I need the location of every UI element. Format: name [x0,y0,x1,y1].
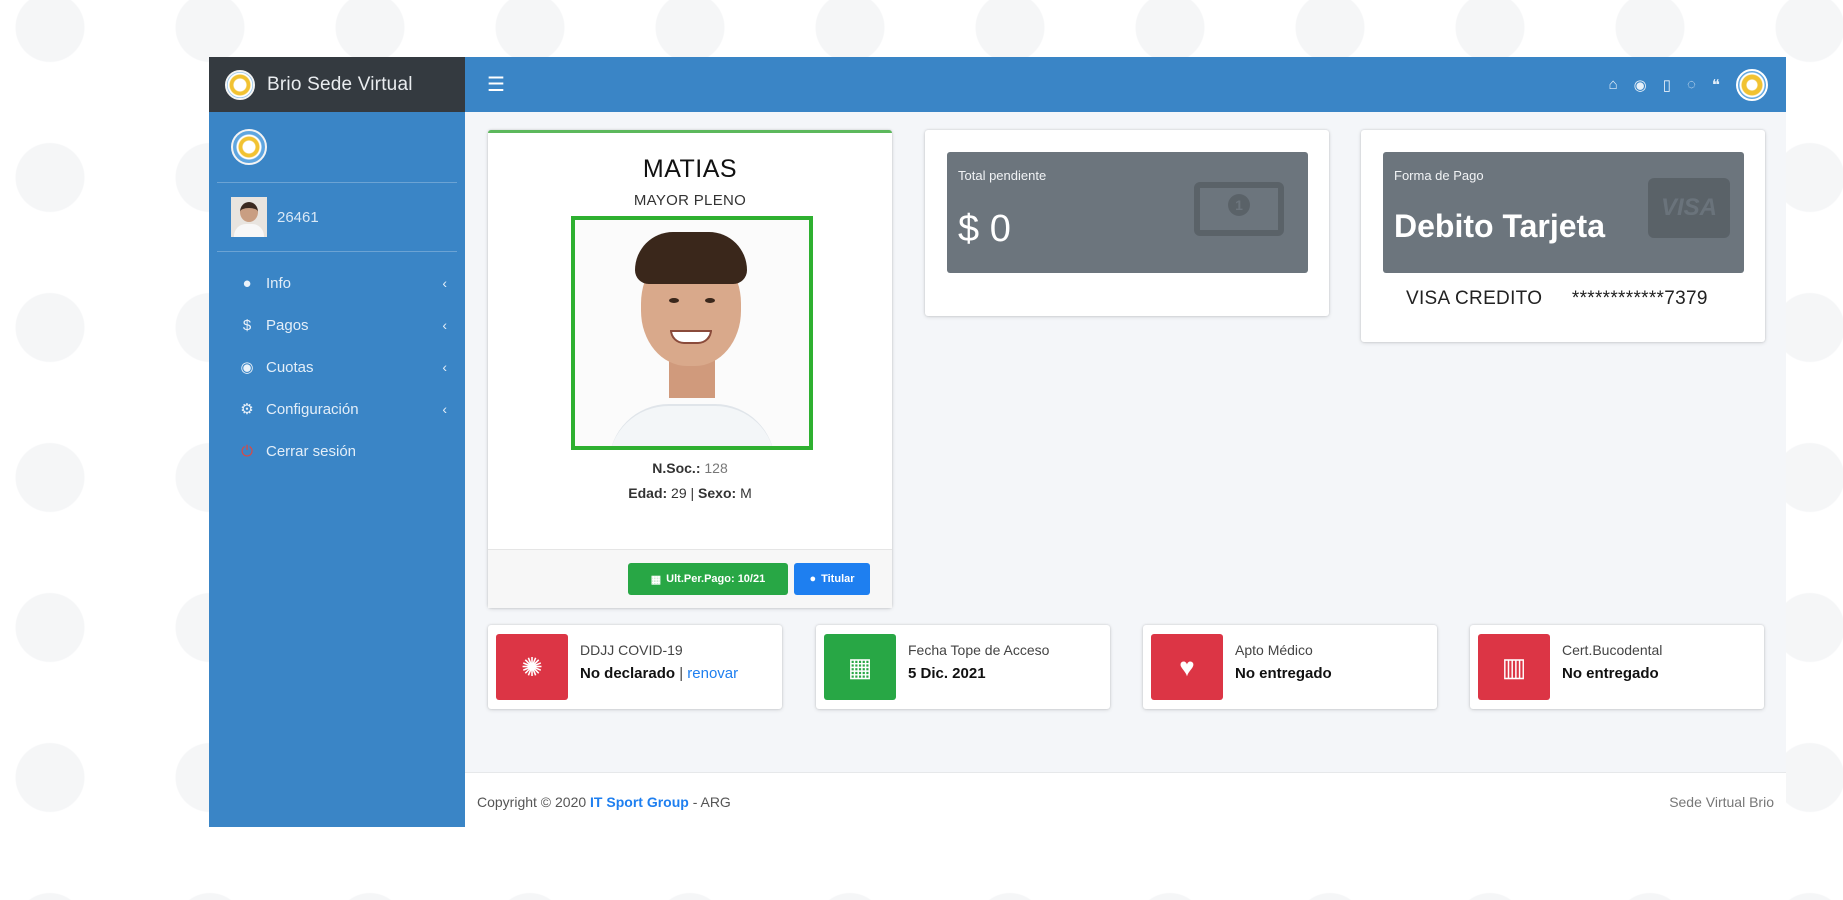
virus-icon: ✺ [496,634,568,700]
edad-value: 29 [671,485,687,501]
sidebar-item-pagos[interactable]: $ Pagos ‹ [209,304,465,346]
dental-certificate-box: ▥ Cert.Bucodental No entregado [1470,625,1764,709]
sidebar: Brio Sede Virtual 26461 ● Info ‹ $ Pagos… [209,57,465,827]
nsoc-label: N.Soc.: [652,460,701,476]
info-box-label: Apto Médico [1235,642,1313,658]
sidebar-item-configuracion[interactable]: ⚙ Configuración ‹ [209,388,465,430]
covid-status: No declarado [580,665,676,682]
chevron-left-icon: ‹ [442,275,447,291]
cogs-icon: ⚙ [240,401,254,418]
content-area: MATIAS MAYOR PLENO N.Soc.: 128 Edad: 29 … [465,112,1786,827]
app-window: Brio Sede Virtual 26461 ● Info ‹ $ Pagos… [209,57,1786,828]
company-link[interactable]: IT Sport Group [590,794,689,810]
holder-label: Titular [821,573,855,585]
sidebar-item-label: Configuración [266,400,359,418]
file-icon[interactable]: ▯ [1663,76,1671,94]
home-icon[interactable]: ⌂ [1609,76,1618,93]
footer-right-text: Sede Virtual Brio [1669,794,1774,810]
info-box-label: DDJJ COVID-19 [580,642,683,658]
top-navbar: ☰ ⌂ ◉ ▯ ◌ ❝ [465,57,1786,112]
whatsapp-icon[interactable]: ◌ [1687,76,1696,93]
member-age-sex: Edad: 29 | Sexo: M [628,485,752,501]
dollar-icon: $ [242,316,252,334]
renew-link[interactable]: renovar [687,665,738,682]
access-deadline-box: ▦ Fecha Tope de Acceso 5 Dic. 2021 [816,625,1110,709]
medical-certificate-box: ♥ Apto Médico No entregado [1143,625,1437,709]
visa-card-icon: VISA [1648,178,1730,238]
info-box-value: No declarado | renovar [580,665,738,682]
sidebar-item-label: Pagos [266,316,309,334]
edad-label: Edad: [628,485,668,501]
card-type: VISA CREDITO [1406,288,1543,309]
sidebar-item-label: Cuotas [266,358,314,376]
teeth-icon: ▥ [1478,634,1550,700]
navbar-icons: ⌂ ◉ ▯ ◌ ❝ [1609,57,1768,112]
eye-icon[interactable]: ◉ [1634,76,1647,94]
payment-value: Debito Tarjeta [1394,208,1605,244]
profile-card: MATIAS MAYOR PLENO N.Soc.: 128 Edad: 29 … [488,130,892,608]
chevron-left-icon: ‹ [442,401,447,417]
info-box-label: Fecha Tope de Acceso [908,642,1050,658]
member-number: N.Soc.: 128 [488,460,892,476]
info-box-value: 5 Dic. 2021 [908,665,986,682]
brand-link[interactable]: Brio Sede Virtual [209,57,465,112]
info-box-label: Cert.Bucodental [1562,642,1663,658]
chevron-left-icon: ‹ [442,359,447,375]
money-bill-icon: 1 [1194,182,1284,236]
club-logo-icon[interactable] [1736,68,1768,101]
database-icon: ◉ [240,359,254,376]
copyright-text: Copyright © 2020 IT Sport Group - ARG [477,794,731,810]
calendar-icon: ▦ [650,573,662,586]
card-number: ************7379 [1571,288,1708,309]
sexo-value: M [740,485,752,501]
info-box-value: No entregado [1235,665,1332,682]
user-icon: ● [809,573,817,585]
heartbeat-icon: ♥ [1151,634,1223,700]
club-logo-icon [225,69,255,100]
power-icon: ⏻ [241,442,253,460]
pending-total-card: Total pendiente $ 0 1 [925,130,1329,316]
payment-title: Forma de Pago [1394,168,1484,183]
payment-method-card: Forma de Pago Debito Tarjeta VISA VISA C… [1361,130,1765,342]
card-info: VISA CREDITO ************7379 [1406,288,1708,310]
copyright-suffix: - ARG [692,794,731,810]
member-photo [571,216,813,450]
sidebar-item-label: Cerrar sesión [266,442,357,460]
info-circle-icon: ● [242,274,252,292]
covid-declaration-box: ✺ DDJJ COVID-19 No declarado | renovar [488,625,782,709]
copyright-label: Copyright © 2020 [477,794,587,810]
sexo-label: Sexo: [698,485,737,501]
pending-value: $ 0 [958,208,1011,250]
profile-card-footer: ▦ Ult.Per.Pago: 10/21 ● Titular [488,549,892,608]
comments-icon[interactable]: ❝ [1712,76,1720,94]
separator: | [675,665,688,682]
avatar [231,197,267,237]
menu-toggle-icon[interactable]: ☰ [487,72,505,97]
pending-total-box: Total pendiente $ 0 1 [947,152,1308,273]
holder-button[interactable]: ● Titular [794,563,870,595]
info-box-value: No entregado [1562,665,1659,682]
user-id: 26461 [277,208,319,226]
user-panel[interactable]: 26461 [217,183,457,252]
chevron-left-icon: ‹ [442,317,447,333]
sidebar-item-logout[interactable]: ⏻ Cerrar sesión [209,430,465,472]
sidebar-item-cuotas[interactable]: ◉ Cuotas ‹ [209,346,465,388]
pending-title: Total pendiente [958,168,1047,183]
member-category: MAYOR PLENO [633,192,747,209]
last-payment-label: Ult.Per.Pago: 10/21 [666,573,766,585]
last-payment-button[interactable]: ▦ Ult.Per.Pago: 10/21 [628,563,788,595]
sidebar-logo-row [217,112,457,183]
payment-method-box: Forma de Pago Debito Tarjeta VISA [1383,152,1744,273]
page-footer: Copyright © 2020 IT Sport Group - ARG Se… [465,772,1786,828]
sidebar-item-info[interactable]: ● Info ‹ [209,262,465,304]
sidebar-item-label: Info [266,274,292,292]
member-name: MATIAS [642,155,738,183]
club-logo-icon [231,129,267,165]
brand-title: Brio Sede Virtual [267,73,413,95]
sidebar-nav: ● Info ‹ $ Pagos ‹ ◉ Cuotas ‹ ⚙ Configur… [209,252,465,472]
calendar-icon: ▦ [824,634,896,700]
nsoc-value: 128 [704,460,728,476]
